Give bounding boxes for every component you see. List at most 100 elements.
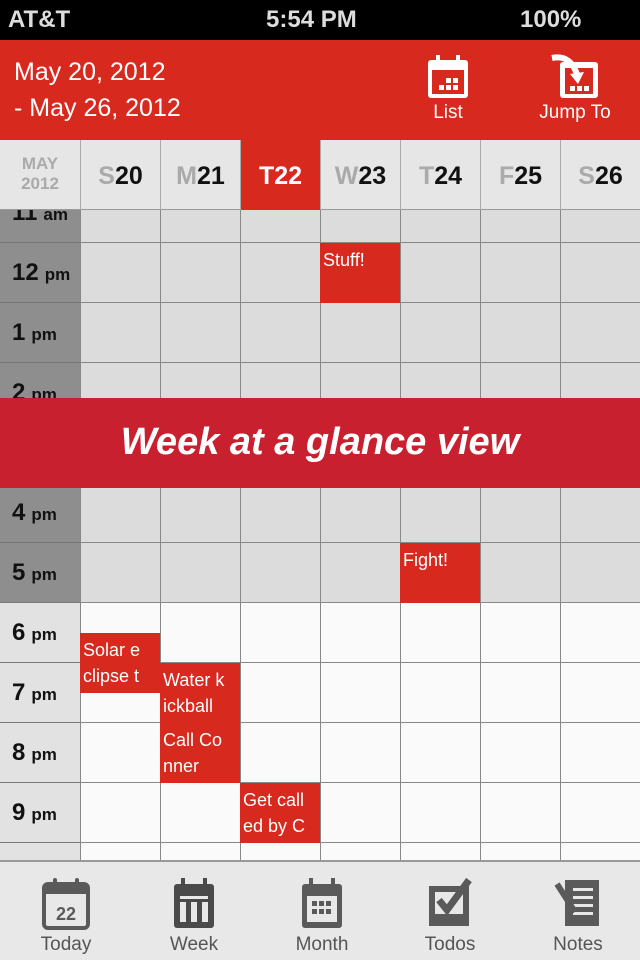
tab-notes[interactable]: Notes (528, 876, 628, 956)
tab-todos[interactable]: Todos (400, 876, 500, 956)
time-slot[interactable] (240, 483, 320, 543)
day-letter: M (176, 162, 197, 190)
time-slot[interactable] (560, 543, 640, 603)
time-slot[interactable] (240, 723, 320, 783)
time-slot[interactable] (320, 723, 400, 783)
time-slot[interactable] (160, 210, 240, 243)
time-slot[interactable] (240, 843, 320, 860)
event[interactable]: Stuff! (320, 243, 400, 303)
time-slot[interactable] (80, 843, 160, 860)
time-slot[interactable] (320, 303, 400, 363)
tab-label: Today (40, 934, 92, 955)
time-slot[interactable] (160, 243, 240, 303)
time-slot[interactable] (240, 210, 320, 243)
time-slot[interactable] (400, 603, 480, 663)
week-grid[interactable]: 11am12pm1pm2pm3pm4pm5pm6pm7pm8pm9pm10pmS… (0, 210, 640, 860)
time-slot[interactable] (480, 303, 560, 363)
time-slot[interactable] (480, 543, 560, 603)
time-slot[interactable] (160, 843, 240, 860)
day-header-24[interactable]: T24 (400, 140, 480, 210)
time-slot[interactable] (400, 483, 480, 543)
hour-row: 11 am (0, 210, 640, 243)
jump-to-button[interactable]: Jump To (530, 54, 620, 124)
time-slot[interactable] (560, 783, 640, 843)
time-slot[interactable] (560, 210, 640, 243)
time-slot[interactable] (560, 303, 640, 363)
time-slot[interactable] (80, 243, 160, 303)
time-slot[interactable] (160, 783, 240, 843)
caption-banner: Week at a glance view (0, 398, 640, 488)
time-slot[interactable] (80, 210, 160, 243)
jump-to-label: Jump To (539, 102, 611, 123)
time-slot[interactable] (400, 723, 480, 783)
time-slot[interactable] (480, 603, 560, 663)
time-slot[interactable] (560, 843, 640, 860)
time-slot[interactable] (320, 543, 400, 603)
day-letter: W (334, 162, 359, 190)
event[interactable]: Fight! (400, 543, 480, 603)
time-slot[interactable] (480, 210, 560, 243)
ampm: pm (31, 625, 57, 644)
event[interactable]: Get call ed by C (240, 783, 320, 843)
tab-week[interactable]: Week (144, 876, 244, 956)
day-number: 26 (594, 162, 623, 190)
time-slot[interactable] (240, 303, 320, 363)
day-header-25[interactable]: F25 (480, 140, 560, 210)
time-slot[interactable] (320, 603, 400, 663)
time-slot[interactable] (160, 303, 240, 363)
header: May 20, 2012 - May 26, 2012 List Jump To (0, 40, 640, 140)
time-slot[interactable] (240, 243, 320, 303)
hour: 1 (12, 319, 26, 346)
day-header-row: MAY 2012 S20 M21 T22 W23 T24 F25 S26 (0, 140, 640, 210)
time-slot[interactable] (320, 843, 400, 860)
time-slot[interactable] (480, 483, 560, 543)
time-slot[interactable] (240, 543, 320, 603)
time-slot[interactable] (320, 483, 400, 543)
time-label: 7 pm (0, 663, 80, 723)
hour: 9 (12, 799, 26, 826)
day-header-22[interactable]: T22 (240, 140, 320, 210)
time-slot[interactable] (400, 303, 480, 363)
day-header-21[interactable]: M21 (160, 140, 240, 210)
hour-row: 10pm (0, 843, 640, 860)
time-slot[interactable] (80, 483, 160, 543)
time-slot[interactable] (400, 843, 480, 860)
time-slot[interactable] (80, 723, 160, 783)
day-header-26[interactable]: S26 (560, 140, 640, 210)
time-slot[interactable] (560, 243, 640, 303)
time-slot[interactable] (80, 303, 160, 363)
time-slot[interactable] (240, 663, 320, 723)
tab-month[interactable]: Month (272, 876, 372, 956)
time-slot[interactable] (160, 603, 240, 663)
time-slot[interactable] (240, 603, 320, 663)
time-slot[interactable] (80, 543, 160, 603)
time-label: 10pm (0, 843, 80, 860)
event[interactable]: Call Co nner (160, 723, 240, 783)
time-slot[interactable] (160, 483, 240, 543)
time-slot[interactable] (560, 723, 640, 783)
time-slot[interactable] (400, 783, 480, 843)
day-header-20[interactable]: S20 (80, 140, 160, 210)
time-slot[interactable] (480, 843, 560, 860)
time-slot[interactable] (320, 210, 400, 243)
event[interactable]: Water k ickball (160, 663, 240, 723)
time-slot[interactable] (160, 543, 240, 603)
time-slot[interactable] (480, 783, 560, 843)
ampm: pm (31, 505, 57, 524)
time-slot[interactable] (320, 783, 400, 843)
time-slot[interactable] (560, 483, 640, 543)
event[interactable]: Solar e clipse t (80, 633, 160, 693)
time-slot[interactable] (560, 603, 640, 663)
tab-today[interactable]: 22 Today (16, 876, 116, 956)
time-slot[interactable] (400, 210, 480, 243)
time-slot[interactable] (320, 663, 400, 723)
day-header-23[interactable]: W23 (320, 140, 400, 210)
time-slot[interactable] (80, 783, 160, 843)
time-slot[interactable] (400, 243, 480, 303)
time-slot[interactable] (480, 243, 560, 303)
list-button[interactable]: List (418, 54, 478, 124)
time-slot[interactable] (560, 663, 640, 723)
time-slot[interactable] (400, 663, 480, 723)
time-slot[interactable] (480, 723, 560, 783)
time-slot[interactable] (480, 663, 560, 723)
